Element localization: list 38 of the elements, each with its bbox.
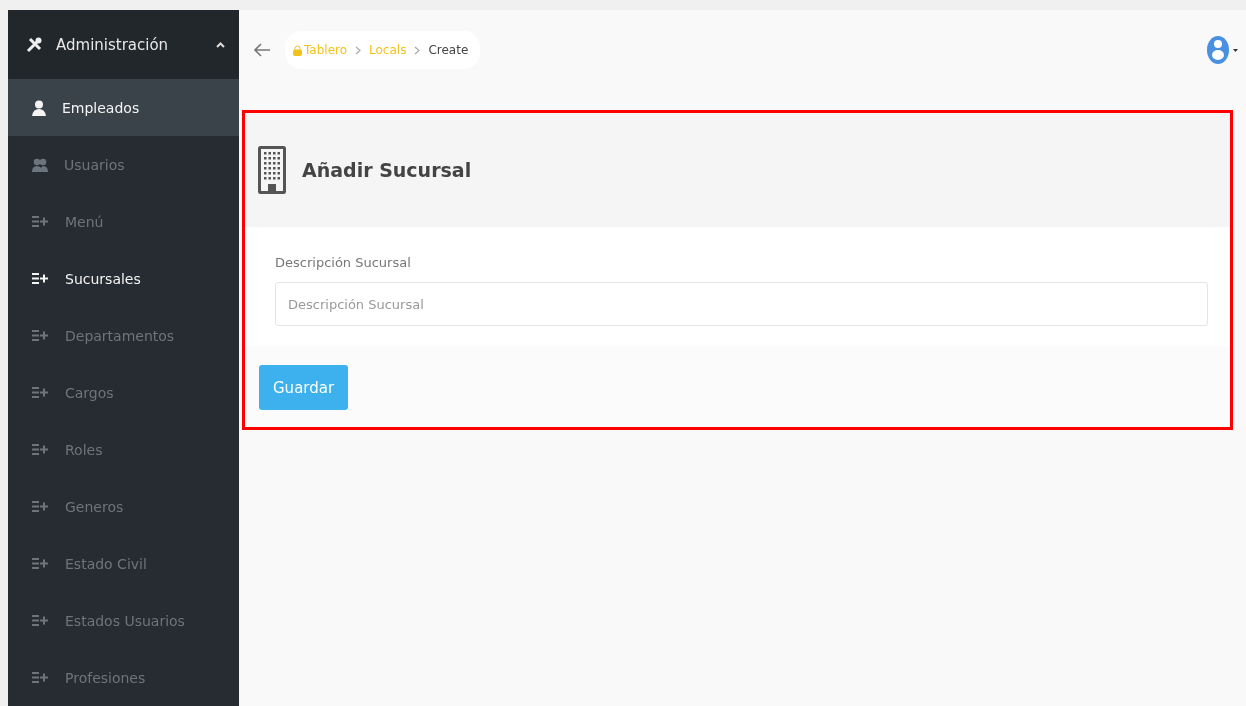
sidebar-item[interactable]: Cargos	[8, 364, 239, 422]
list-add-icon	[32, 387, 49, 399]
list-add-icon	[32, 615, 49, 627]
list-add-icon	[32, 216, 49, 228]
breadcrumb-link[interactable]: Locals	[369, 43, 407, 57]
user-avatar-icon[interactable]	[1204, 33, 1238, 67]
list-add-icon	[32, 558, 49, 570]
sidebar-item[interactable]: Estados Usuarios	[8, 592, 239, 650]
sidebar-item[interactable]: Roles	[8, 421, 239, 479]
user-icon	[32, 99, 46, 116]
users-icon	[32, 157, 48, 172]
description-field[interactable]: Descripción Sucursal	[275, 282, 1208, 326]
list-add-icon	[32, 501, 49, 513]
chevron-right-icon	[414, 45, 421, 55]
sidebar-section-header[interactable]: Administración	[8, 10, 239, 80]
sidebar-item[interactable]: Sucursales	[8, 250, 239, 308]
save-button[interactable]: Guardar	[259, 365, 349, 410]
chevron-right-icon	[355, 45, 362, 55]
lock-icon	[293, 44, 302, 56]
chevron-up-icon	[216, 41, 225, 48]
sidebar-item[interactable]: Menú	[8, 193, 239, 251]
sidebar-item[interactable]: Empleados	[8, 79, 239, 137]
list-add-icon	[32, 273, 49, 285]
field-label: Descripción Sucursal	[275, 255, 412, 270]
sidebar-item[interactable]: Profesiones	[8, 649, 239, 706]
building-icon	[258, 146, 286, 194]
breadcrumb-link[interactable]: Tablero	[293, 43, 348, 57]
list-add-icon	[32, 330, 49, 342]
back-arrow-icon[interactable]	[253, 43, 271, 57]
tools-icon	[26, 36, 42, 53]
sidebar-item[interactable]: Departamentos	[8, 307, 239, 365]
list-add-icon	[32, 672, 49, 684]
sidebar-item[interactable]: Usuarios	[8, 136, 239, 194]
sidebar-item[interactable]: Estado Civil	[8, 535, 239, 593]
list-add-icon	[32, 444, 49, 456]
panel-title: Añadir Sucursal	[302, 159, 472, 181]
sidebar-item[interactable]: Generos	[8, 478, 239, 536]
breadcrumb-current: Create	[428, 43, 469, 57]
